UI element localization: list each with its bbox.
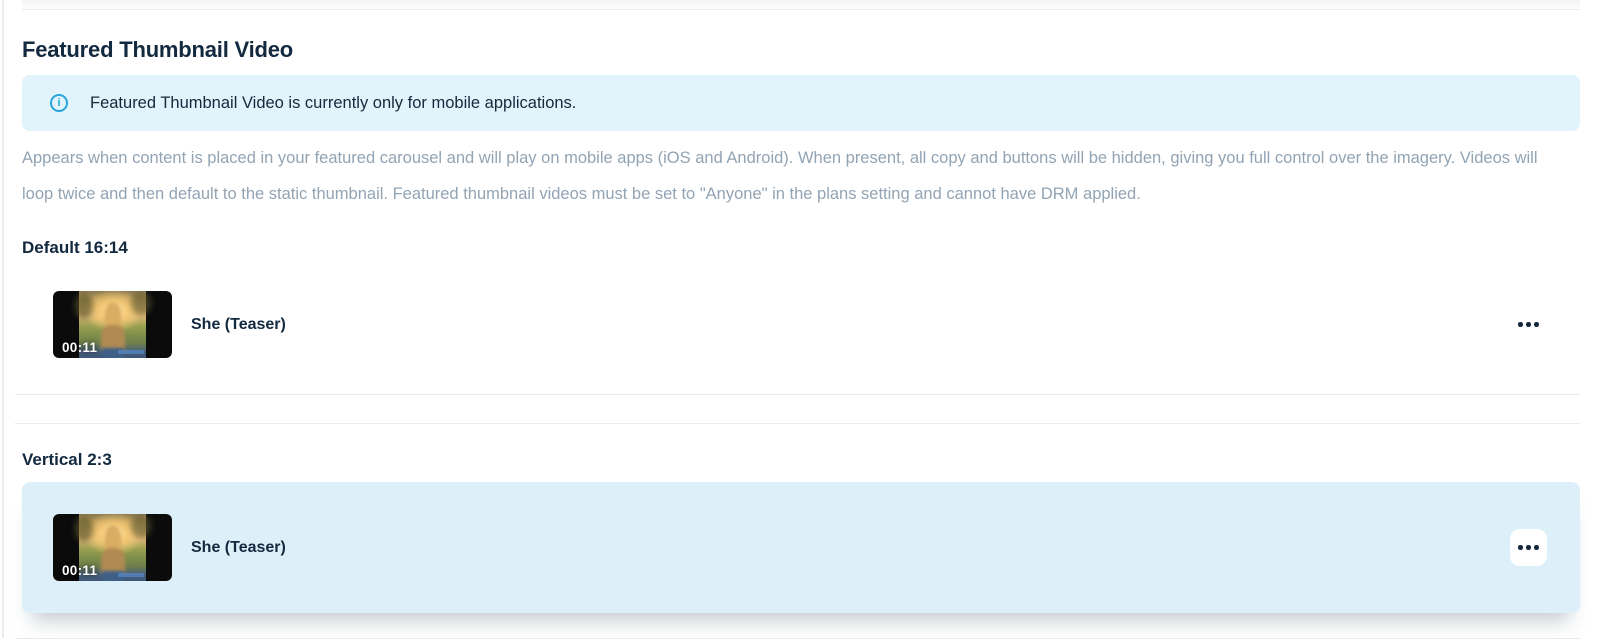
section-title: Featured Thumbnail Video (22, 37, 1580, 63)
video-title: She (Teaser) (191, 539, 286, 557)
subsection-heading-default: Default 16:14 (22, 238, 1580, 258)
video-thumbnail[interactable]: 00:11 (53, 514, 172, 581)
divider (15, 423, 1580, 424)
thumbnail-watermark (118, 573, 144, 577)
subsection-heading-vertical: Vertical 2:3 (22, 450, 1580, 470)
video-row-vertical-highlighted[interactable]: 00:11 She (Teaser) (22, 482, 1580, 613)
duration-badge: 00:11 (62, 563, 97, 578)
top-divider (22, 0, 1580, 10)
divider (15, 394, 1580, 395)
info-banner: i Featured Thumbnail Video is currently … (22, 75, 1580, 131)
video-title: She (Teaser) (191, 316, 286, 334)
info-icon: i (50, 94, 68, 112)
thumbnail-watermark (118, 350, 144, 354)
video-thumbnail[interactable]: 00:11 (53, 291, 172, 358)
duration-badge: 00:11 (62, 340, 97, 355)
ellipsis-menu-icon[interactable] (1510, 306, 1547, 343)
section-description: Appears when content is placed in your f… (22, 140, 1544, 212)
ellipsis-menu-icon[interactable] (1510, 529, 1547, 566)
video-row-default[interactable]: 00:11 She (Teaser) (22, 291, 1580, 358)
featured-thumbnail-video-section: Featured Thumbnail Video i Featured Thum… (0, 0, 1600, 639)
info-banner-text: Featured Thumbnail Video is currently on… (90, 94, 576, 113)
